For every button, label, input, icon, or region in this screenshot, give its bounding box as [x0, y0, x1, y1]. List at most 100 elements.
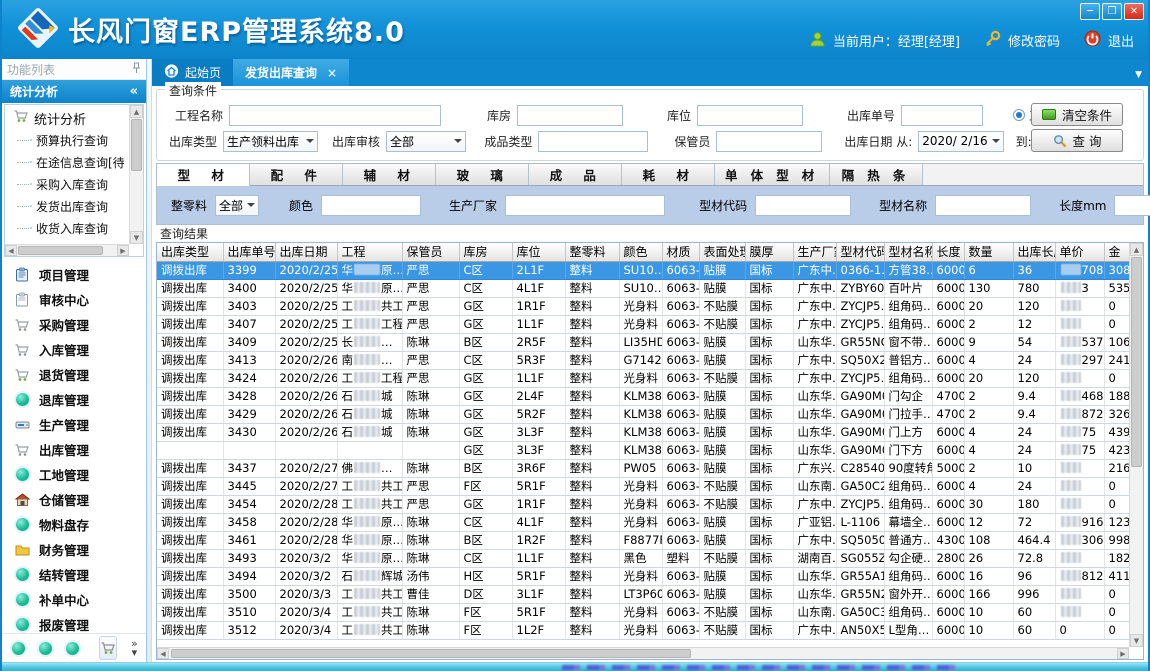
- tree-horizontal-scrollbar[interactable]: ◀ ▶: [5, 244, 129, 256]
- out-type-select[interactable]: 生产领料出库: [223, 131, 318, 152]
- table-row[interactable]: 调拨出库34072020/2/25工工程严思G区1L1F整料光身料6063-T5…: [157, 315, 1140, 333]
- sidebar-item-12[interactable]: 结转管理: [2, 562, 146, 587]
- col-header-13[interactable]: 型材代码: [836, 243, 884, 261]
- footer-circle-icon[interactable]: [12, 642, 25, 655]
- table-row[interactable]: 调拨出库34032020/2/25工共工程严思G区1R1F整料光身料6063-T…: [157, 297, 1140, 315]
- footer-cart-button[interactable]: [99, 636, 117, 660]
- warehouse-input[interactable]: [517, 105, 623, 126]
- sidebar-item-9[interactable]: 仓储管理: [2, 487, 146, 512]
- scroll-up-icon[interactable]: ▲: [130, 105, 143, 118]
- subtab-2[interactable]: 辅 材: [343, 164, 436, 185]
- date-from-select[interactable]: 2020/ 2/16: [918, 131, 1003, 152]
- col-header-3[interactable]: 工程: [337, 243, 402, 261]
- table-row[interactable]: 调拨出库34942020/3/2石辉城汤伟H区5R1F整料光身料6063-T5贴…: [157, 567, 1140, 585]
- product-type-input[interactable]: [538, 131, 648, 152]
- footer-circle-icon[interactable]: [66, 642, 79, 655]
- col-header-18[interactable]: 单价: [1055, 243, 1104, 261]
- sidebar-item-10[interactable]: 物料盘存: [2, 512, 146, 537]
- overflow-chevron-icon[interactable]: » ▾: [131, 639, 138, 657]
- subtab-4[interactable]: 成 品: [529, 164, 622, 185]
- keeper-input[interactable]: [716, 131, 822, 152]
- tree-item-1[interactable]: 在途信息查询[待: [5, 151, 129, 173]
- table-row[interactable]: 调拨出库34452020/2/27工共工程严思F区5R1F整料光身料6063-T…: [157, 477, 1140, 495]
- color-input[interactable]: [321, 195, 421, 216]
- sidebar-item-7[interactable]: 出库管理: [2, 437, 146, 462]
- table-row[interactable]: 调拨出库34302020/2/26石城陈琳G区3L3F整料KLM38176063…: [157, 423, 1140, 441]
- col-header-9[interactable]: 材质: [662, 243, 699, 261]
- col-header-6[interactable]: 库位: [512, 243, 565, 261]
- sidebar-item-6[interactable]: 生产管理: [2, 412, 146, 437]
- collapse-icon[interactable]: «: [130, 84, 138, 99]
- table-row[interactable]: 调拨出库34932020/3/2华原…陈琳C区1L1F整料黑色塑料不贴膜国标湖南…: [157, 549, 1140, 567]
- tree-hscroll-thumb[interactable]: [18, 246, 103, 255]
- sidebar-item-3[interactable]: 入库管理: [2, 337, 146, 362]
- profile-name-input[interactable]: [935, 195, 1031, 216]
- col-header-0[interactable]: 出库类型: [157, 243, 223, 261]
- table-row[interactable]: 调拨出库34242020/2/26工工程严思G区1L1F整料光身料6063-T5…: [157, 369, 1140, 387]
- order-no-input[interactable]: [901, 105, 983, 126]
- scroll-right-icon[interactable]: ▶: [1117, 648, 1129, 659]
- col-header-5[interactable]: 库房: [459, 243, 512, 261]
- subtab-6[interactable]: 单 体 型 材: [715, 164, 830, 185]
- pin-icon[interactable]: [132, 62, 141, 77]
- tree-vscroll-thumb[interactable]: [131, 119, 142, 171]
- footer-circle-icon[interactable]: [39, 642, 52, 655]
- col-header-17[interactable]: 出库长度: [1013, 243, 1055, 261]
- panel-header[interactable]: 统计分析 «: [2, 80, 146, 103]
- maximize-button[interactable]: ❐: [1102, 3, 1122, 20]
- tab-list-caret-icon[interactable]: ▼: [1135, 70, 1142, 80]
- tab-close-icon[interactable]: ×: [327, 66, 337, 80]
- tree-vertical-scrollbar[interactable]: ▲ ▼: [129, 105, 143, 244]
- table-vscroll-thumb[interactable]: [1131, 257, 1142, 467]
- col-header-2[interactable]: 出库日期: [275, 243, 337, 261]
- scroll-right-icon[interactable]: ▶: [117, 245, 129, 256]
- col-header-16[interactable]: 数量: [964, 243, 1013, 261]
- profile-code-input[interactable]: [755, 195, 851, 216]
- col-header-10[interactable]: 表面处理: [699, 243, 745, 261]
- minimize-button[interactable]: ─: [1080, 3, 1100, 20]
- sidebar-item-1[interactable]: 审核中心: [2, 287, 146, 312]
- col-header-11[interactable]: 膜厚: [745, 243, 793, 261]
- table-row[interactable]: 调拨出库35002020/3/3工共工程曹佳D区3L1F整料LT3P606063…: [157, 585, 1140, 603]
- tab-active[interactable]: 发货出库查询 ×: [233, 59, 349, 86]
- project-name-input[interactable]: [229, 105, 441, 126]
- table-row[interactable]: 调拨出库35122020/3/4工共工程陈琳F区1L2F整料光身料6063-T5…: [157, 621, 1140, 639]
- subtab-5[interactable]: 耗 材: [622, 164, 715, 185]
- logout-link[interactable]: 退出: [1108, 31, 1134, 50]
- location-input[interactable]: [697, 105, 803, 126]
- table-hscroll-thumb[interactable]: [171, 649, 691, 658]
- table-row[interactable]: 调拨出库34582020/2/28华原…陈琳C区4L1F整料光身料6063-T5…: [157, 513, 1140, 531]
- close-button[interactable]: ✕: [1124, 3, 1144, 20]
- subtab-0[interactable]: 型 材: [157, 164, 250, 186]
- scroll-left-icon[interactable]: ◀: [5, 245, 17, 256]
- col-header-7[interactable]: 整零料: [565, 243, 619, 261]
- col-header-15[interactable]: 长度: [932, 243, 964, 261]
- search-button[interactable]: 查 询: [1031, 129, 1123, 152]
- table-row[interactable]: 调拨出库34132020/2/26南…严思C区5R3F整料G714226063-…: [157, 351, 1140, 369]
- sidebar-item-5[interactable]: 退库管理: [2, 387, 146, 412]
- whole-part-select[interactable]: 全部: [215, 195, 259, 216]
- table-row[interactable]: 调拨出库34372020/2/27佛…陈琳B区3R6F整料PW056063-T5…: [157, 459, 1140, 477]
- table-row[interactable]: 调拨出库34002020/2/25华原…严思C区4L1F整料SU10…6063-…: [157, 279, 1140, 297]
- manufacturer-input[interactable]: [505, 195, 665, 216]
- audit-select[interactable]: 全部: [386, 131, 466, 152]
- sidebar-item-0[interactable]: 项目管理: [2, 262, 146, 287]
- table-row[interactable]: 调拨出库34092020/2/25长…陈琳B区2R5F整料LI35HD6063-…: [157, 333, 1140, 351]
- change-password-link[interactable]: 修改密码: [1008, 31, 1060, 50]
- subtab-7[interactable]: 隔 热 条: [830, 164, 923, 185]
- table-row[interactable]: 调拨出库34282020/2/26石城陈琳G区2L4F整料KLM38176063…: [157, 387, 1140, 405]
- subtab-3[interactable]: 玻 璃: [436, 164, 529, 185]
- subtab-1[interactable]: 配 件: [250, 164, 343, 185]
- tree-item-2[interactable]: 采购入库查询: [5, 173, 129, 195]
- sidebar-item-11[interactable]: 财务管理: [2, 537, 146, 562]
- scroll-up-icon[interactable]: ▲: [1130, 243, 1143, 256]
- scroll-down-icon[interactable]: ▼: [130, 231, 143, 244]
- sidebar-item-8[interactable]: 工地管理: [2, 462, 146, 487]
- table-row[interactable]: 调拨出库34542020/2/28工共工程严思G区1R1F整料光身料6063-T…: [157, 495, 1140, 513]
- scroll-left-icon[interactable]: ◀: [157, 648, 169, 659]
- table-vertical-scrollbar[interactable]: ▲ ▼: [1129, 243, 1143, 647]
- table-row[interactable]: 调拨出库35102020/3/4工共工程陈琳F区5R1F整料光身料6063-T5…: [157, 603, 1140, 621]
- col-header-8[interactable]: 颜色: [619, 243, 662, 261]
- col-header-14[interactable]: 型材名称: [884, 243, 932, 261]
- sidebar-item-4[interactable]: 退货管理: [2, 362, 146, 387]
